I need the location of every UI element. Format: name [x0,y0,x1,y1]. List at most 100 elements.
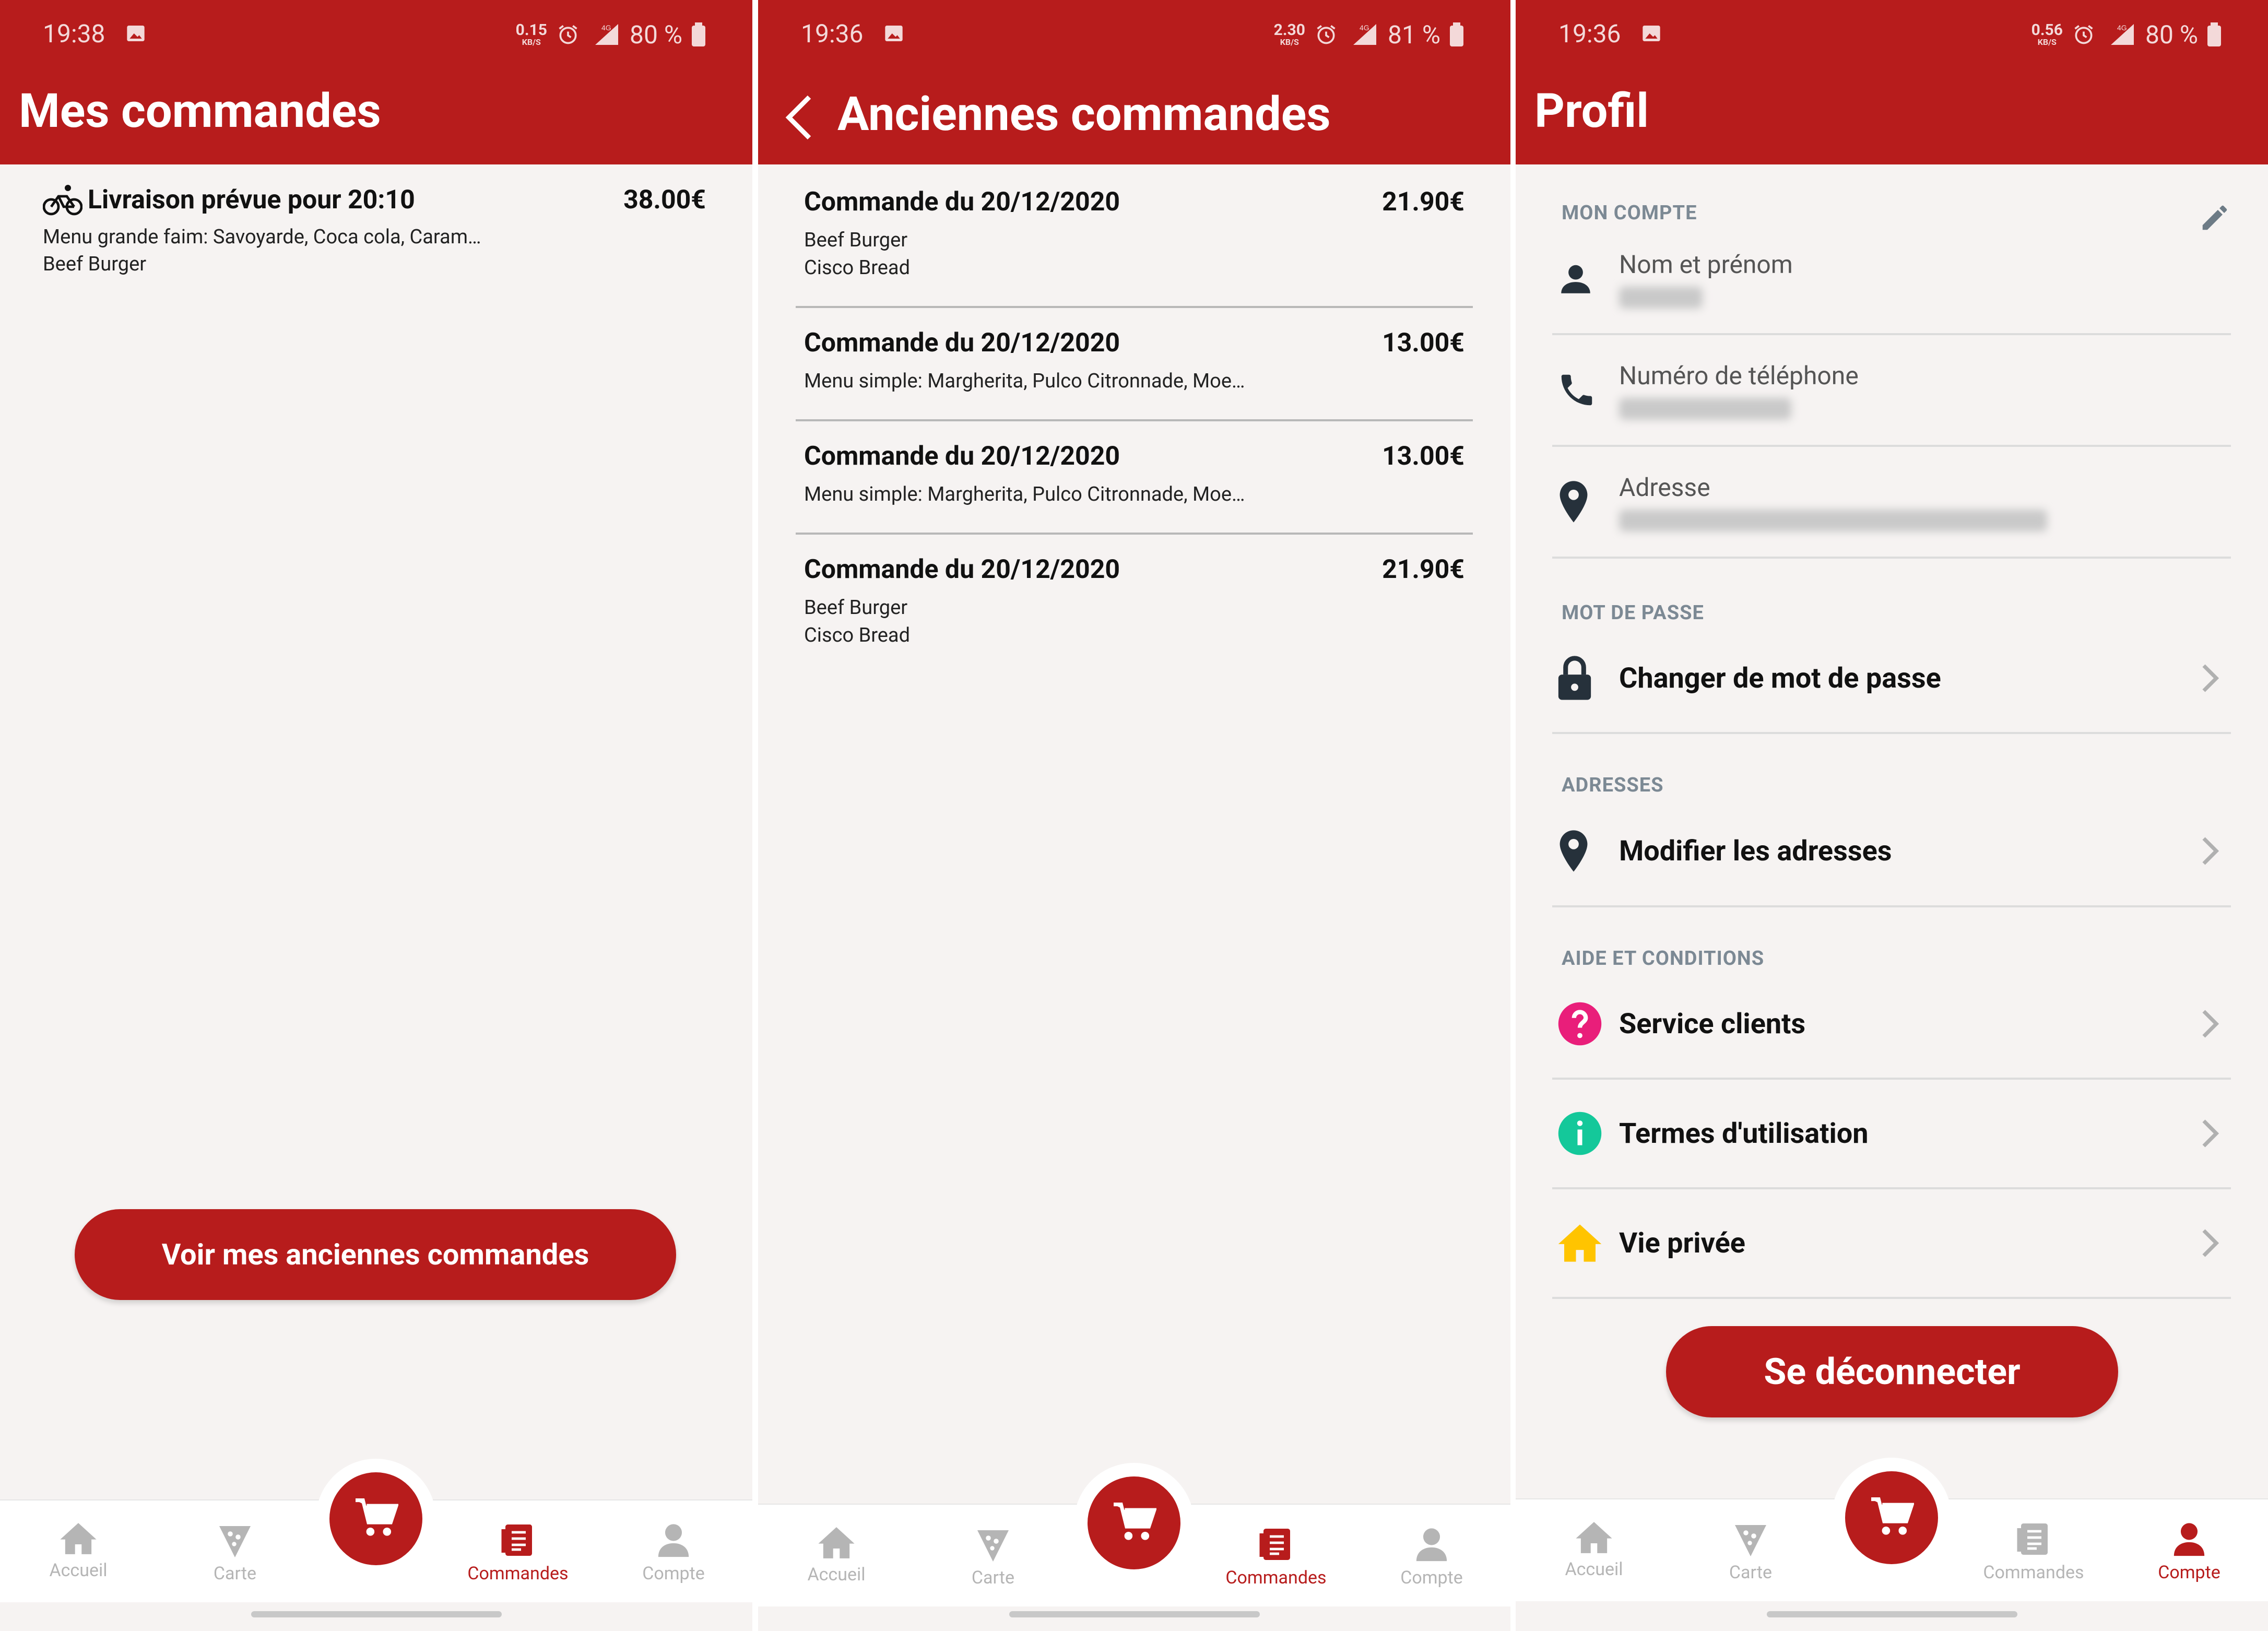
image-notification-icon [127,26,145,41]
nav-menu[interactable]: Carte [1693,1520,1808,1583]
location-pin-icon [1560,830,1588,872]
svg-text:4G: 4G [2117,23,2127,32]
change-password-row[interactable]: Changer de mot de passe [1552,624,2231,734]
order-line: Menu simple: Margherita, Pulco Citronnad… [804,370,1245,393]
network-speed: 0.56 KB/S [2031,21,2063,47]
pizza-icon [977,1530,1009,1562]
network-speed: 0.15 KB/S [515,21,547,47]
section-title: ADRESSES [1562,774,1664,797]
bottom-navigation: Accueil Carte Commandes Compte [758,1463,1510,1606]
battery-percent: 80 % [2145,19,2198,50]
cart-fab-wrapper [1074,1463,1194,1583]
help-question-icon [1558,1002,1602,1046]
nav-orders[interactable]: Commandes [460,1521,575,1584]
order-price: 13.00€ [1382,328,1464,358]
nav-account[interactable]: Compte [1374,1526,1489,1588]
terms-row[interactable]: Termes d'utilisation [1552,1080,2231,1189]
old-orders-list: Commande du 20/12/2020 21.90€ Beef Burger… [796,167,1473,673]
signal-4g-icon: 4G [1353,23,1376,45]
name-field-row[interactable]: Nom et prénom [1552,224,2231,335]
home-indicator[interactable] [251,1611,502,1617]
cart-icon [1871,1497,1914,1535]
home-icon [818,1527,855,1558]
page-title: Profil [1534,84,1649,138]
chevron-right-icon [2202,1010,2219,1038]
order-item[interactable]: Commande du 20/12/2020 21.90€ Beef Burger… [796,167,1473,308]
bicycle-icon [43,185,82,216]
orders-list-icon [501,1524,532,1556]
section-title: MOT DE PASSE [1562,601,1704,624]
app-bar: 19:38 0.15 KB/S 4G 80 % Mes commandes [0,0,752,164]
section-help: AIDE ET CONDITIONS [1552,907,2231,970]
current-order-line: Beef Burger [43,253,147,276]
signal-4g-icon: 4G [2110,23,2134,45]
screen-old-orders: 19:36 2.30 KB/S 4G 81 % Anciennes comman… [758,0,1510,1631]
back-button[interactable] [779,89,821,146]
section-title: MON COMPTE [1562,202,1697,224]
app-bar: 19:36 2.30 KB/S 4G 81 % Anciennes comman… [758,0,1510,164]
alarm-icon [559,25,577,44]
address-value-blurred [1619,509,2047,531]
order-item[interactable]: Commande du 20/12/2020 21.90€ Beef Burger… [796,535,1473,673]
alarm-icon [1317,25,1336,44]
battery-percent: 81 % [1387,19,1440,50]
page-title: Anciennes commandes [837,87,1331,141]
address-field-row[interactable]: Adresse [1552,447,2231,559]
edit-addresses-label: Modifier les adresses [1619,834,1892,868]
section-title: AIDE ET CONDITIONS [1562,947,1765,970]
logout-button[interactable]: Se déconnecter [1666,1326,2118,1417]
user-icon [2174,1523,2205,1556]
cart-button[interactable] [1088,1476,1180,1569]
cart-fab-wrapper [316,1459,436,1579]
nav-menu[interactable]: Carte [936,1526,1050,1588]
cart-icon [1114,1503,1156,1540]
user-icon [658,1524,689,1557]
status-time: 19:36 [801,19,864,49]
nav-home[interactable]: Accueil [21,1521,136,1581]
status-bar: 19:38 0.15 KB/S 4G 80 % [0,17,752,51]
nav-account[interactable]: Compte [616,1521,731,1584]
nav-orders[interactable]: Commandes [1976,1520,2091,1583]
order-title: Commande du 20/12/2020 [804,441,1120,471]
image-notification-icon [885,26,903,41]
current-order-card[interactable]: Livraison prévue pour 20:10 38.00€ Menu … [43,184,706,278]
order-title: Commande du 20/12/2020 [804,554,1120,585]
privacy-row[interactable]: Vie privée [1552,1189,2231,1299]
order-item[interactable]: Commande du 20/12/2020 13.00€ Menu simple… [796,308,1473,421]
nav-home[interactable]: Accueil [1537,1520,1651,1580]
customer-service-row[interactable]: Service clients [1552,970,2231,1080]
network-speed: 2.30 KB/S [1273,21,1305,47]
status-time: 19:36 [1558,19,1621,49]
order-price: 21.90€ [1382,187,1464,217]
nav-home[interactable]: Accueil [779,1526,894,1585]
customer-service-label: Service clients [1619,1007,1806,1041]
phone-field-row[interactable]: Numéro de téléphone [1552,335,2231,447]
lock-icon [1558,656,1591,700]
location-pin-icon [1560,481,1588,523]
chevron-right-icon [2202,837,2219,865]
chevron-right-icon [2202,664,2219,692]
order-title: Commande du 20/12/2020 [804,328,1120,358]
section-addresses: ADRESSES [1552,734,2231,797]
order-item[interactable]: Commande du 20/12/2020 13.00€ Menu simple… [796,421,1473,535]
home-icon [60,1523,97,1554]
home-indicator[interactable] [1009,1611,1260,1617]
profile-content: MON COMPTE Nom et prénom Numéro de télép… [1552,167,2231,1299]
nav-orders[interactable]: Commandes [1219,1526,1333,1588]
edit-addresses-row[interactable]: Modifier les adresses [1552,797,2231,907]
view-old-orders-button[interactable]: Voir mes anciennes commandes [75,1209,676,1300]
nav-account[interactable]: Compte [2132,1520,2247,1583]
svg-text:4G: 4G [1360,23,1369,32]
cart-button[interactable] [1845,1471,1938,1564]
chevron-right-icon [2202,1119,2219,1148]
bottom-navigation: Accueil Carte Commandes Compte [0,1459,752,1602]
section-account: MON COMPTE [1552,167,2231,230]
status-time: 19:38 [43,19,105,49]
battery-percent: 80 % [629,19,682,50]
nav-menu[interactable]: Carte [178,1521,292,1584]
phone-icon [1561,374,1592,406]
cart-button[interactable] [329,1472,422,1565]
orders-list-icon [1259,1529,1290,1560]
home-indicator[interactable] [1766,1611,2017,1617]
signal-4g-icon: 4G [595,23,618,45]
